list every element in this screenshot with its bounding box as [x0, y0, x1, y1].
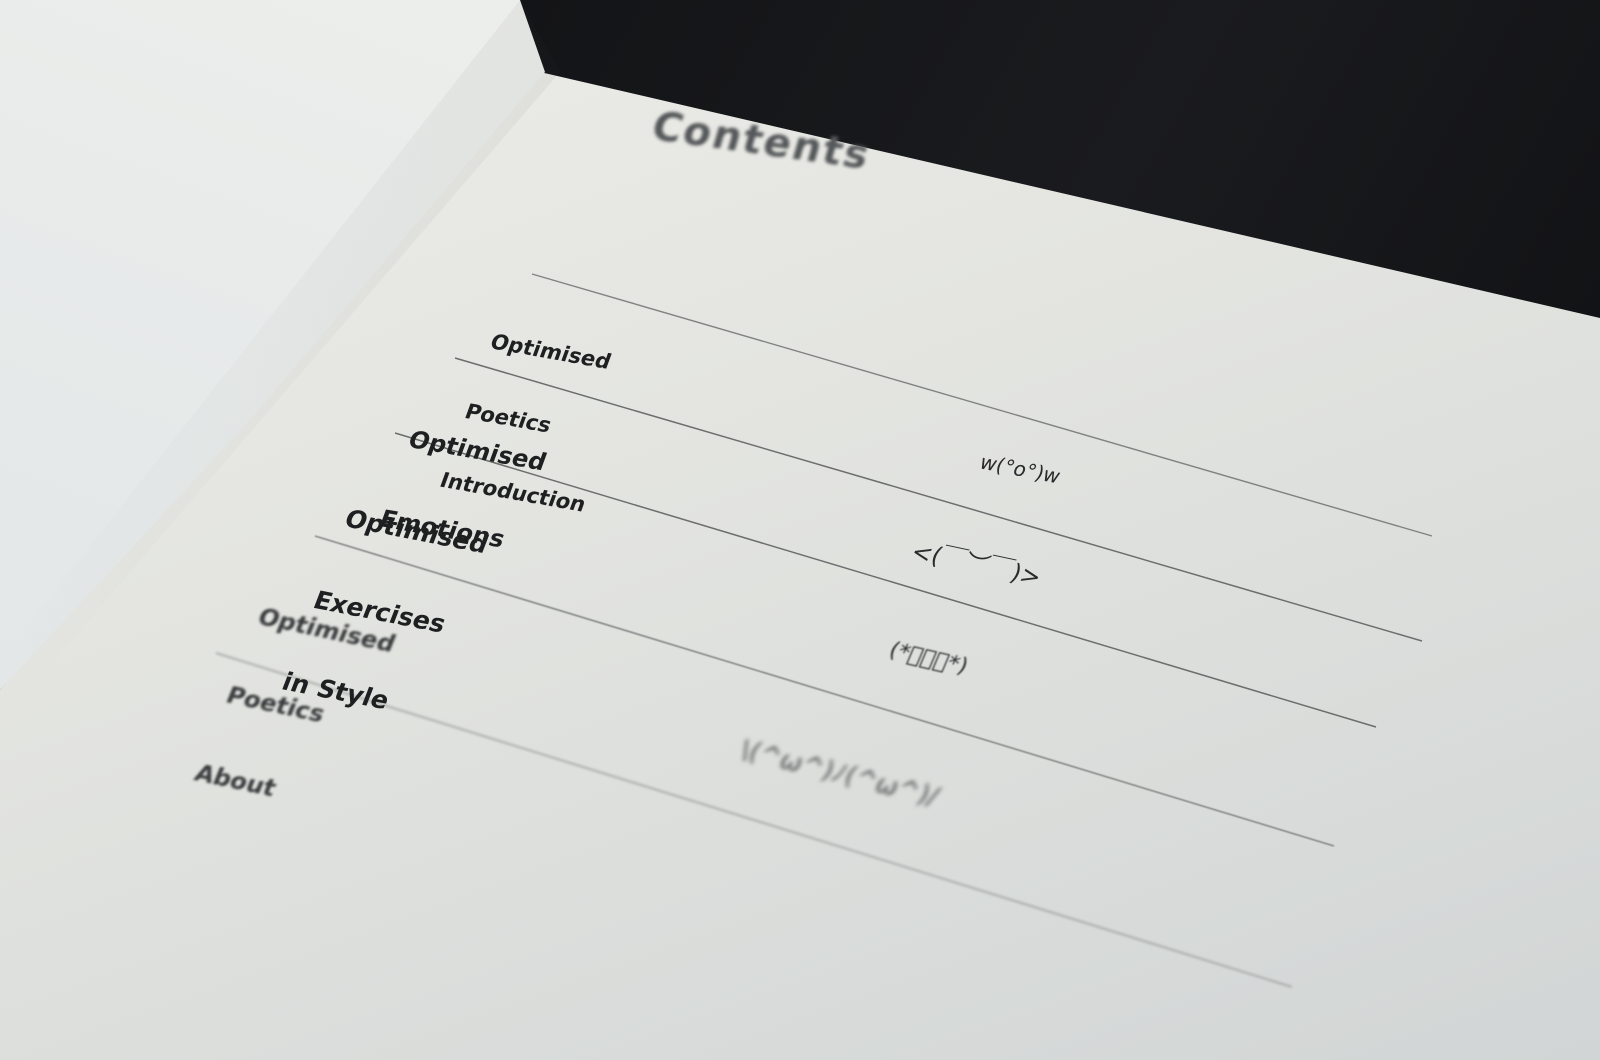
table-rules	[215, 273, 1433, 988]
title-line: Poetics	[222, 680, 330, 728]
rule-line	[531, 273, 1433, 537]
title-line: About	[190, 758, 281, 803]
title-line: Optimised	[340, 503, 493, 559]
title-line: Optimised	[253, 603, 400, 659]
contents-page: Contents Optimised Poetics Introduction …	[0, 0, 1600, 1060]
title-line: Optimised	[486, 330, 615, 374]
photo-scene: Contents Optimised Poetics Introduction …	[0, 0, 1600, 1060]
